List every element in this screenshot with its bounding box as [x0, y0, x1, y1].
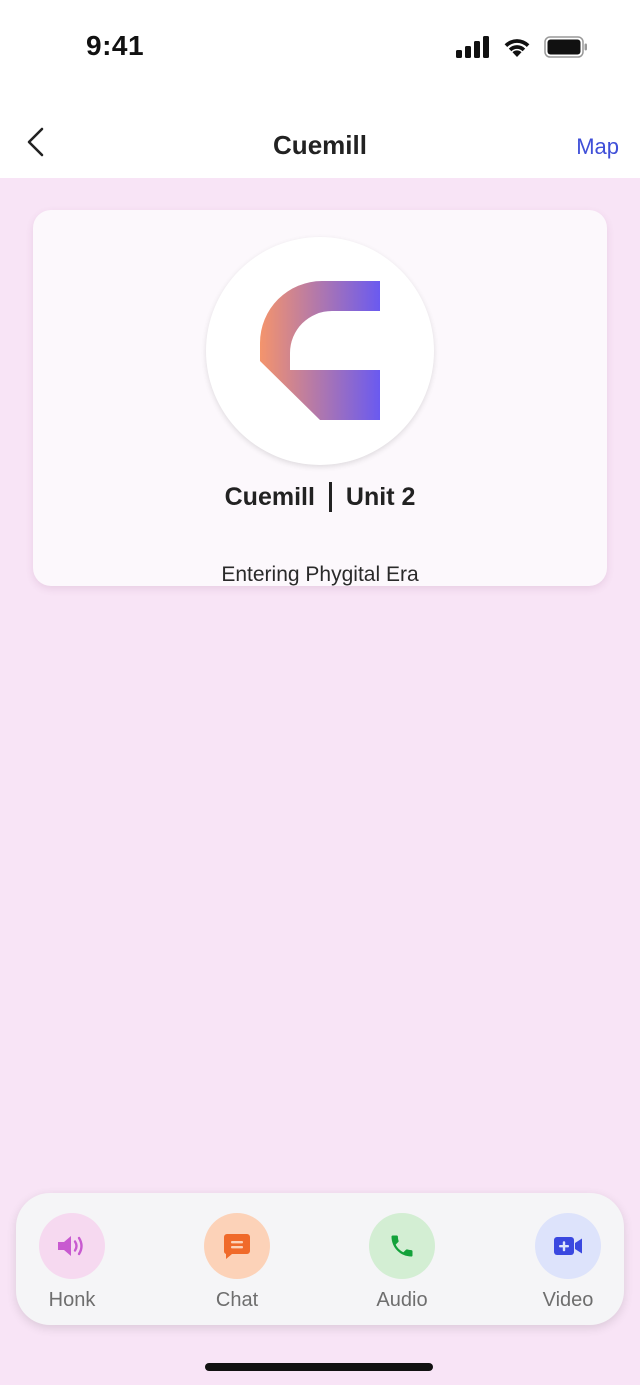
cuemill-logo-icon	[260, 281, 380, 420]
battery-icon	[544, 36, 587, 58]
status-time: 9:41	[86, 30, 145, 61]
wifi-icon	[504, 39, 530, 57]
unit-name: Unit 2	[345, 482, 416, 511]
video-call-button[interactable]: Video	[518, 1213, 618, 1313]
honk-label: Honk	[48, 1289, 96, 1311]
speaker-icon	[58, 1236, 83, 1256]
card-subtitle: Entering Phygital Era	[221, 563, 419, 586]
audio-icon-circle	[369, 1213, 435, 1279]
honk-icon-circle	[39, 1213, 105, 1279]
logo-avatar	[206, 237, 434, 465]
video-icon-circle	[535, 1213, 601, 1279]
map-link[interactable]: Map	[576, 134, 619, 160]
title-divider	[328, 482, 332, 512]
company-name: Cuemill	[224, 482, 315, 511]
navigation-bar: Cuemill Map	[0, 100, 640, 178]
chat-label: Chat	[215, 1289, 259, 1311]
card-title: Cuemill Unit 2	[33, 482, 607, 512]
video-label: Video	[542, 1289, 594, 1311]
app-screen: 9:41 Cuemill Map Cuemill Unit 2 Entering…	[0, 0, 640, 1385]
home-indicator	[205, 1363, 433, 1371]
chat-bubble-icon	[223, 1234, 250, 1259]
status-bar: 9:41	[0, 0, 640, 100]
honk-button[interactable]: Honk	[22, 1213, 122, 1313]
video-camera-icon	[554, 1237, 582, 1255]
cellular-signal-icon	[456, 36, 489, 58]
phone-icon	[391, 1235, 413, 1257]
chat-icon-circle	[204, 1213, 270, 1279]
page-title: Cuemill	[273, 130, 367, 160]
main-content: Cuemill Unit 2 Entering Phygital Era Hon…	[0, 178, 640, 1385]
profile-card: Cuemill Unit 2 Entering Phygital Era	[33, 210, 607, 586]
audio-call-button[interactable]: Audio	[352, 1213, 452, 1313]
action-bar: Honk Chat Audio Video	[16, 1193, 624, 1325]
status-icons	[456, 36, 588, 58]
chat-button[interactable]: Chat	[187, 1213, 287, 1313]
audio-label: Audio	[376, 1289, 428, 1311]
